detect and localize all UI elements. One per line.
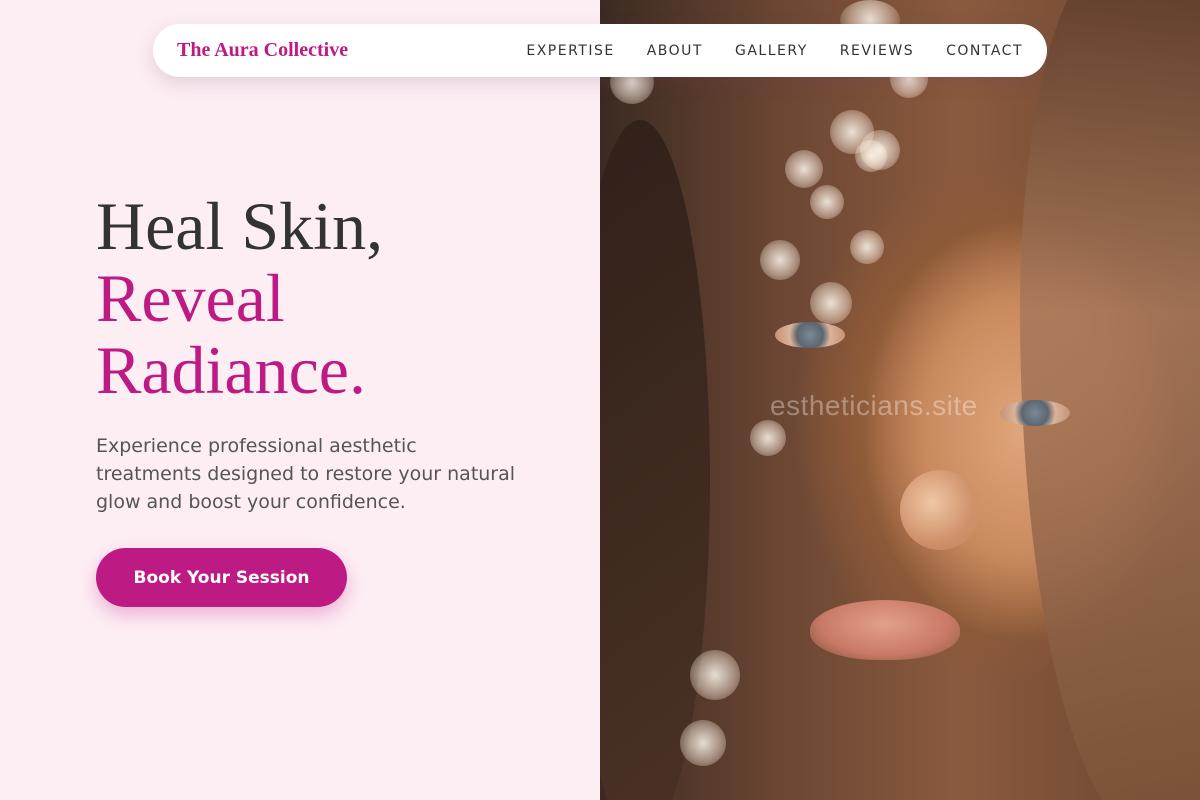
bokeh-light: [690, 650, 740, 700]
bokeh-light: [860, 130, 900, 170]
lips-shape: [810, 600, 960, 660]
nav-link-about[interactable]: ABOUT: [647, 43, 703, 59]
hero-heading-line-1: Heal Skin,: [96, 188, 384, 264]
bokeh-light: [810, 185, 844, 219]
bokeh-light: [785, 150, 823, 188]
right-eye-shape: [1000, 400, 1070, 426]
hero-heading-line-3: Radiance.: [96, 332, 366, 408]
hero-heading-line-2: Reveal: [96, 260, 285, 336]
hero-heading: Heal Skin, Reveal Radiance.: [96, 190, 383, 406]
nav-links: EXPERTISE ABOUT GALLERY REVIEWS CONTACT: [526, 43, 1023, 59]
brand-logo[interactable]: The Aura Collective: [177, 39, 348, 62]
bokeh-light: [760, 240, 800, 280]
nose-highlight-shape: [900, 470, 980, 550]
hair-left-shape: [600, 120, 710, 800]
bokeh-light: [850, 230, 884, 264]
bokeh-light: [750, 420, 786, 456]
nav-link-contact[interactable]: CONTACT: [946, 43, 1023, 59]
left-eye-shape: [775, 322, 845, 348]
watermark-text: estheticians.site: [770, 390, 978, 421]
bokeh-light: [810, 282, 852, 324]
nav-link-reviews[interactable]: REVIEWS: [840, 43, 914, 59]
nav-link-gallery[interactable]: GALLERY: [735, 43, 808, 59]
hero-portrait-image: estheticians.site: [600, 0, 1200, 800]
book-session-button[interactable]: Book Your Session: [96, 548, 347, 607]
nav-link-expertise[interactable]: EXPERTISE: [526, 43, 614, 59]
top-navigation-bar: The Aura Collective EXPERTISE ABOUT GALL…: [153, 24, 1047, 77]
hero-subtitle: Experience professional aesthetic treatm…: [96, 435, 516, 513]
bokeh-light: [680, 720, 726, 766]
